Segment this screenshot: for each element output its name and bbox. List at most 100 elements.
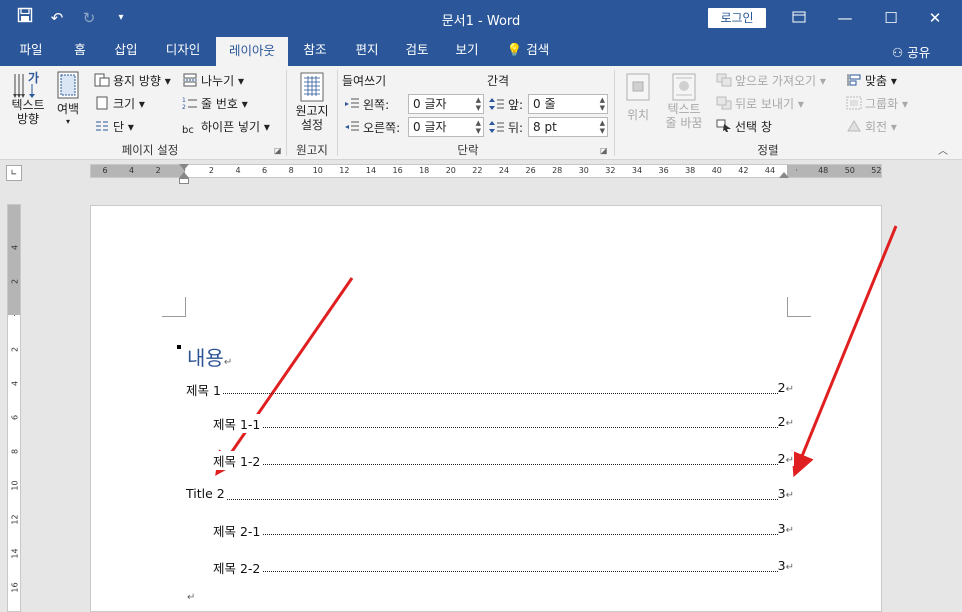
group-icon [846, 96, 862, 110]
tab-design[interactable]: 디자인 [156, 36, 210, 66]
page-setup-launcher-icon[interactable]: ◪ [274, 146, 282, 155]
share-button[interactable]: ⚇ 공유 [892, 42, 930, 61]
breaks-button[interactable]: 나누기 ▾ [182, 72, 244, 89]
group-button[interactable]: 그룹화 ▾ [846, 95, 908, 112]
toc-entry[interactable]: Title 2 3↵ [186, 486, 794, 502]
spacing-title: 간격 [487, 74, 510, 88]
line-numbers-label: 줄 번호 [201, 97, 238, 111]
tab-home[interactable]: 홈 [62, 36, 98, 66]
toc-entry[interactable]: 제목 2-1 3↵ [213, 521, 794, 540]
first-line-indent-marker[interactable] [179, 164, 189, 170]
ruler-tick-label: 28 [552, 166, 563, 175]
keep-with-next-mark [177, 345, 181, 349]
tab-references[interactable]: 참조 [294, 36, 336, 66]
margins-button[interactable]: 여백 ▾ [52, 70, 84, 126]
hyphenation-icon: bc [182, 125, 194, 136]
ruler-tick-label: 42 [738, 166, 749, 175]
manuscript-settings-button[interactable]: 원고지 설정 [292, 72, 332, 132]
ribbon-display-options-icon[interactable] [784, 4, 814, 32]
ruler-tick-label: 16 [10, 582, 20, 593]
ruler-tick-label: 50 [844, 166, 855, 175]
ruler-tick-label: 12 [339, 166, 350, 175]
spinner-icon[interactable]: ▲ ▼ [476, 96, 481, 112]
manuscript-settings-label: 원고지 설정 [295, 104, 329, 132]
size-button[interactable]: 크기 ▾ [94, 95, 145, 112]
align-button[interactable]: 맞춤 ▾ [846, 72, 897, 89]
indent-right-input[interactable]: 0 글자 ▲ ▼ [408, 117, 484, 137]
bring-forward-button[interactable]: 앞으로 가져오기 ▾ [716, 72, 826, 89]
close-icon[interactable]: ✕ [920, 4, 950, 32]
spinner-icon[interactable]: ▲ ▼ [600, 96, 605, 112]
maximize-icon[interactable]: ☐ [876, 4, 906, 32]
crop-mark [162, 297, 186, 317]
ruler-tick-label: 2 [208, 166, 214, 175]
selection-pane-button[interactable]: 선택 창 [716, 118, 772, 135]
spacing-before-icon [489, 97, 505, 111]
ruler-tick-label: 18 [419, 166, 430, 175]
ruler-tick-label: 26 [525, 166, 536, 175]
vertical-ruler[interactable]: 42·24681012141618 [7, 204, 21, 612]
columns-button[interactable]: 단 ▾ [94, 118, 134, 135]
spinner-icon[interactable]: ▲ ▼ [476, 119, 481, 135]
tab-selector-icon[interactable]: ∟ [6, 165, 22, 181]
toc-entry-page: 2↵ [777, 414, 794, 429]
minimize-icon[interactable]: — [830, 4, 860, 32]
toc-entry-page: 2↵ [777, 451, 794, 466]
line-numbers-button[interactable]: 12줄 번호 ▾ [182, 95, 248, 112]
ruler-tick-label: 16 [392, 166, 403, 175]
toc-heading[interactable]: 내용↵ [187, 342, 232, 371]
toc-entry-page: 3↵ [777, 521, 794, 536]
ruler-tick-label: 8 [10, 448, 20, 455]
indent-title: 들여쓰기 [342, 74, 387, 88]
rotate-button[interactable]: 회전 ▾ [846, 118, 897, 135]
hyphenation-label: 하이픈 넣기 [201, 120, 261, 134]
toc-entry[interactable]: 제목 1-2 2↵ [213, 451, 794, 470]
toc-entry[interactable]: 제목 1-1 2↵ [213, 414, 794, 433]
position-button[interactable]: 위치 [620, 72, 656, 123]
ruler-tick-label: 38 [685, 166, 696, 175]
collapse-ribbon-icon[interactable]: ︿ [938, 142, 948, 157]
tab-search[interactable]: 💡 검색 [500, 36, 556, 66]
spacing-before-input[interactable]: 0 줄 ▲ ▼ [528, 94, 608, 114]
size-label: 크기 [113, 97, 136, 111]
orientation-label: 용지 방향 [113, 74, 161, 88]
margins-icon [52, 70, 84, 100]
ruler-tick-label: 6 [262, 166, 268, 175]
document-page[interactable]: 내용↵ 제목 1 2↵ 제목 1-1 2↵ 제목 1-2 2↵ Title 2 … [90, 205, 882, 612]
toc-entry-text: 제목 1-2 [213, 451, 263, 470]
tab-insert[interactable]: 삽입 [104, 36, 148, 66]
tab-layout[interactable]: 레이아웃 [216, 36, 288, 66]
tab-view[interactable]: 보기 [446, 36, 488, 66]
ruler-tick-label: 10 [312, 166, 323, 175]
selection-pane-icon [716, 119, 732, 133]
page-setup-group-label: 페이지 설정 [121, 143, 179, 157]
spacing-before-label: 앞: [489, 96, 523, 113]
indent-left-input[interactable]: 0 글자 ▲ ▼ [408, 94, 484, 114]
spinner-icon[interactable]: ▲ ▼ [600, 119, 605, 135]
wrap-text-icon [658, 72, 710, 102]
tab-mailings[interactable]: 편지 [346, 36, 388, 66]
tab-review[interactable]: 검토 [396, 36, 438, 66]
horizontal-ruler[interactable]: 6 4 2 · 2 4 6 8 10 12 14 16 18 20 22 24 26 28 30 32 34 36 38 40… [90, 164, 882, 178]
spacing-after-input[interactable]: 8 pt ▲ ▼ [528, 117, 608, 137]
line-numbers-icon: 12 [182, 96, 198, 111]
hyphenation-button[interactable]: bc 하이픈 넣기 ▾ [182, 118, 270, 138]
spacing-after-label: 뒤: [489, 119, 523, 136]
orientation-button[interactable]: 용지 방향 ▾ [94, 72, 171, 89]
ruler-tick-label: 4 [10, 244, 20, 251]
left-indent-marker[interactable] [179, 178, 189, 184]
tab-file[interactable]: 파일 [10, 36, 52, 66]
ruler-tick-label: 44 [764, 166, 776, 175]
ruler-tick-label: 4 [129, 166, 135, 175]
toc-entry[interactable]: 제목 1 2↵ [186, 380, 794, 399]
right-indent-marker[interactable] [779, 172, 789, 178]
wrap-text-button[interactable]: 텍스트 줄 바꿈 [658, 72, 710, 130]
ruler-tick-label: 22 [472, 166, 483, 175]
ruler-tick-label: 36 [658, 166, 669, 175]
toc-entry[interactable]: 제목 2-2 3↵ [213, 558, 794, 577]
send-backward-button[interactable]: 뒤로 보내기 ▾ [716, 95, 804, 112]
login-button[interactable]: 로그인 [708, 8, 766, 28]
paragraph-launcher-icon[interactable]: ◪ [600, 146, 608, 155]
empty-paragraph[interactable]: ↵ [187, 592, 195, 603]
text-direction-button[interactable]: 가 텍스트 방향 [10, 70, 46, 126]
